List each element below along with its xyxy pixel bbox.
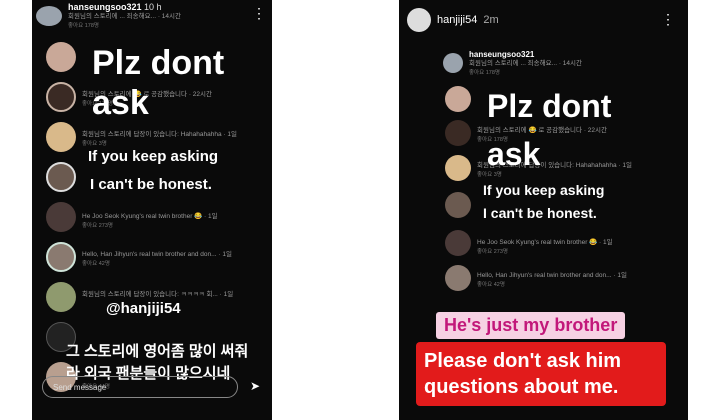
story-right: hanjiji54 2m ⋮ hanseungsoo321 회원님의 스토리에 … — [399, 0, 688, 420]
likes: 좋아요 178명 — [469, 70, 500, 77]
avatar — [443, 53, 463, 74]
list-item: Hello, Han Jihyun's real twin brother an… — [46, 242, 272, 272]
list-item: 회원님의 스토리에 😂 로 공감했습니다 · 22시간 좋아요 178명 — [46, 82, 272, 112]
avatar — [46, 82, 76, 112]
avatar — [445, 86, 471, 112]
avatar — [46, 162, 76, 192]
overlay-line1: Plz dont — [487, 88, 612, 124]
story-left: hanseungsoo321 10 h 회원님의 스토리에 ... 죄송해요..… — [32, 0, 272, 420]
time-label: 2m — [483, 14, 499, 26]
avatar[interactable] — [407, 8, 431, 32]
username[interactable]: hanseungsoo321 — [68, 2, 142, 12]
list-item: He Joo Seok Kyung's real twin brother 😂 … — [445, 230, 688, 256]
pink-caption: He's just my brother — [436, 312, 626, 339]
overlay-line3: If you keep asking — [88, 148, 219, 165]
list-item: He Joo Seok Kyung's real twin brother 😂 … — [46, 202, 272, 232]
more-icon[interactable]: ⋮ — [661, 12, 675, 26]
top-comment-row: hanseungsoo321 회원님의 스토리에 ... 죄송해요... · 1… — [443, 50, 582, 76]
send-message-input[interactable]: Send message — [42, 376, 238, 398]
top-comment-row: hanseungsoo321 10 h 회원님의 스토리에 ... 죄송해요..… — [36, 2, 181, 29]
avatar — [445, 265, 471, 291]
avatar — [445, 230, 471, 256]
overlay-line2: ask — [487, 136, 541, 172]
overlay-line3: If you keep asking — [483, 182, 605, 198]
avatar — [445, 155, 471, 181]
likes: 좋아요 178명 — [68, 23, 99, 30]
avatar — [46, 122, 76, 152]
more-icon[interactable]: ⋮ — [252, 6, 266, 20]
overlay-line4: I can't be honest. — [483, 205, 597, 221]
paper-plane-icon[interactable]: ➤ — [250, 379, 260, 393]
avatar — [46, 282, 76, 312]
username[interactable]: hanseungsoo321 — [469, 50, 582, 59]
overlay-line1: Plz dont — [92, 44, 225, 82]
korean-line1: 그 스토리에 영어좀 많이 써줘 — [66, 343, 249, 360]
story-header: hanjiji54 2m — [407, 8, 499, 32]
caption: 회원님의 스토리에 ... 죄송해요... · 14시간 — [68, 13, 181, 20]
time-label: 10 h — [144, 2, 162, 12]
caption: 회원님의 스토리에 ... 죄송해요... · 14시간 — [469, 60, 582, 67]
list-item: 회원님의 스토리에 답장이 있습니다: Hahahahahha · 1일 좋아요 … — [445, 155, 688, 181]
red-caption-line2: questions about me. — [424, 376, 619, 398]
avatar — [445, 120, 471, 146]
list-item: Hello, Han Jihyun's real twin brother an… — [445, 265, 688, 291]
overlay-line4: I can't be honest. — [90, 176, 212, 193]
red-caption-line1: Please don't ask him — [424, 350, 622, 372]
mention[interactable]: @hanjiji54 — [106, 300, 181, 317]
avatar — [46, 202, 76, 232]
username[interactable]: hanjiji54 — [437, 14, 477, 26]
overlay-line2: ask — [92, 84, 149, 122]
avatar — [46, 42, 76, 72]
avatar — [36, 5, 62, 26]
avatar — [46, 242, 76, 272]
avatar — [445, 192, 471, 218]
send-message-placeholder: Send message — [53, 382, 107, 392]
red-caption: Please don't ask him questions about me. — [416, 342, 666, 406]
